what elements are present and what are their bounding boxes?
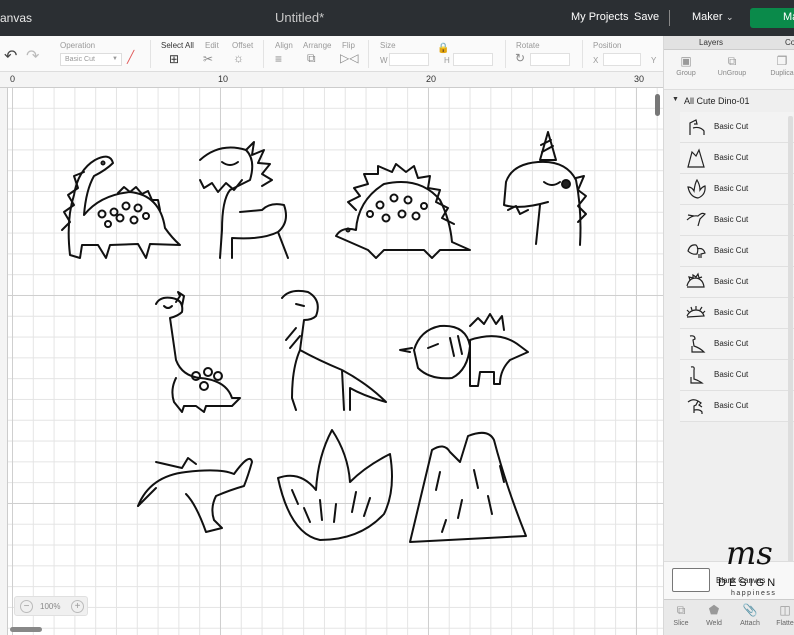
- brand-watermark: ms DESIGN happiness: [718, 534, 794, 598]
- panel-tabs: Layers Co: [664, 36, 794, 50]
- zoom-control: − 100% +: [14, 596, 88, 616]
- flatten-button[interactable]: ◫ Flatte: [768, 603, 794, 627]
- dino-trex-sleepy[interactable]: [199, 141, 289, 259]
- slice-button[interactable]: ⧉ Slice: [664, 603, 698, 627]
- layer-item[interactable]: Basic Cut: [680, 329, 794, 360]
- dino-triceratops[interactable]: [399, 313, 529, 387]
- leaf-thumbnail-icon: [687, 178, 706, 199]
- flatten-icon: ◫: [779, 603, 791, 617]
- weld-button[interactable]: ⬟ Weld: [697, 603, 731, 627]
- layer-item[interactable]: Basic Cut: [680, 112, 794, 143]
- layer-item[interactable]: Basic Cut: [680, 205, 794, 236]
- pterodactyl[interactable]: [137, 457, 253, 533]
- weld-icon: ⬟: [708, 603, 720, 617]
- layer-item[interactable]: Basic Cut: [680, 174, 794, 205]
- stegosaurus-thumbnail-icon: [686, 272, 705, 288]
- attach-icon: 📎: [742, 603, 758, 617]
- layer-item[interactable]: Basic Cut: [680, 360, 794, 391]
- ungroup-label: UnGroup: [717, 70, 747, 77]
- layers-scrollbar[interactable]: [788, 116, 793, 576]
- dino-stegosaurus[interactable]: [335, 163, 471, 259]
- dino-thumbnail-icon: [689, 119, 705, 135]
- trex-thumbnail-icon: [689, 335, 706, 353]
- attach-label: Attach: [740, 620, 760, 627]
- group-button[interactable]: ▣ Group: [666, 54, 706, 77]
- group-label: Group: [676, 70, 696, 77]
- volcano[interactable]: [409, 431, 527, 543]
- zoom-level: 100%: [40, 602, 61, 611]
- layer-item[interactable]: Basic Cut: [680, 267, 794, 298]
- flatten-label: Flatte: [776, 620, 794, 627]
- canvas-swatch[interactable]: [672, 568, 710, 592]
- weld-label: Weld: [706, 620, 722, 627]
- watermark-design: DESIGN: [718, 577, 779, 589]
- canvas-horizontal-scrollbar[interactable]: [10, 627, 42, 632]
- layer-item[interactable]: Basic Cut: [680, 391, 794, 422]
- group-icon: ▣: [680, 54, 692, 68]
- layer-label: Basic Cut: [714, 184, 749, 193]
- layer-item[interactable]: Basic Cut: [680, 236, 794, 267]
- attach-button[interactable]: 📎 Attach: [733, 603, 767, 627]
- ungroup-icon: ⧉: [727, 54, 737, 68]
- tab-layers[interactable]: Layers: [699, 38, 723, 47]
- layer-label: Basic Cut: [714, 215, 749, 224]
- dino-unicorn[interactable]: [503, 131, 587, 246]
- slice-label: Slice: [673, 620, 689, 627]
- spiky-dino-thumbnail-icon: [686, 306, 706, 318]
- layer-item[interactable]: Basic Cut: [680, 143, 794, 174]
- layer-label: Basic Cut: [714, 246, 749, 255]
- duplicate-label: Duplica: [770, 70, 794, 77]
- brachio-thumbnail-icon: [690, 366, 704, 384]
- palm-leaf[interactable]: [277, 429, 393, 541]
- zoom-in-button[interactable]: +: [71, 600, 84, 613]
- dino-brachio-small[interactable]: [155, 291, 241, 413]
- layer-label: Basic Cut: [714, 308, 749, 317]
- volcano-thumbnail-icon: [687, 148, 705, 168]
- zoom-out-button[interactable]: −: [20, 600, 33, 613]
- layer-item[interactable]: Basic Cut: [680, 298, 794, 329]
- tab-color-sync[interactable]: Co: [785, 38, 794, 47]
- layer-label: Basic Cut: [714, 339, 749, 348]
- dino-trex-standing[interactable]: [281, 289, 387, 411]
- pterodactyl-thumbnail-icon: [686, 212, 706, 227]
- duplicate-button[interactable]: ❐ Duplica: [762, 54, 794, 77]
- layer-label: Basic Cut: [714, 370, 749, 379]
- sleepy-dino-thumbnail-icon: [687, 399, 703, 414]
- canvas-vertical-scrollbar[interactable]: [655, 94, 660, 116]
- caret-down-icon[interactable]: ▼: [672, 96, 679, 103]
- layer-label: Basic Cut: [714, 122, 749, 131]
- panel-bottom-actions: ⧉ Slice ⬟ Weld 📎 Attach ◫ Flatte: [664, 599, 794, 635]
- slice-icon: ⧉: [676, 603, 686, 617]
- triceratops-thumbnail-icon: [687, 244, 706, 258]
- duplicate-icon: ❐: [776, 54, 788, 68]
- layer-label: Basic Cut: [714, 277, 749, 286]
- watermark-tagline: happiness: [731, 590, 777, 597]
- dino-longneck[interactable]: [61, 155, 181, 259]
- layer-actions: ▣ Group ⧉ UnGroup ❐ Duplica: [664, 50, 794, 90]
- layer-label: Basic Cut: [714, 153, 749, 162]
- watermark-script: ms: [726, 534, 773, 572]
- layer-group[interactable]: ▼ All Cute Dino-01: [664, 92, 794, 110]
- layer-group-name: All Cute Dino-01: [684, 96, 750, 106]
- layer-label: Basic Cut: [714, 401, 749, 410]
- ungroup-button[interactable]: ⧉ UnGroup: [712, 54, 752, 77]
